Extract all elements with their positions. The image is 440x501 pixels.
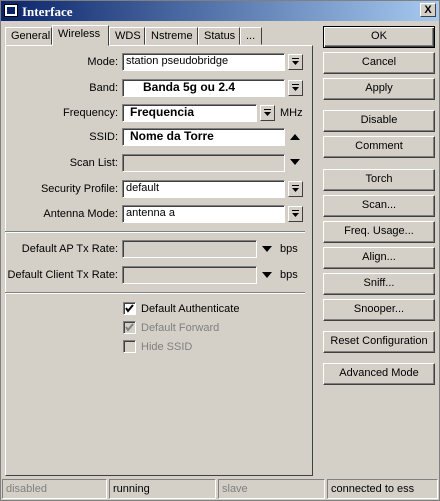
default-client-tx-rate-input[interactable] xyxy=(122,266,257,284)
antenna-mode-select[interactable]: antenna a xyxy=(122,205,285,223)
expand-arrow-icon[interactable] xyxy=(262,272,272,278)
disable-button[interactable]: Disable xyxy=(323,110,435,132)
hide-ssid-label[interactable]: Hide SSID xyxy=(141,340,192,354)
default-ap-tx-rate-input[interactable] xyxy=(122,240,257,258)
window-icon xyxy=(4,4,18,17)
expand-arrow-icon[interactable] xyxy=(262,246,272,252)
tab-status[interactable]: Status xyxy=(198,27,240,45)
frequency-dropdown-button[interactable] xyxy=(260,105,275,121)
default-client-tx-rate-unit: bps xyxy=(280,269,298,281)
default-forward-checkbox[interactable] xyxy=(123,321,136,334)
status-running: running xyxy=(109,479,216,499)
default-ap-tx-rate-label: Default AP Tx Rate: xyxy=(21,243,118,255)
tab-nstreme[interactable]: Nstreme xyxy=(145,27,198,45)
scan-list-label: Scan List: xyxy=(69,157,118,169)
antenna-mode-dropdown-button[interactable] xyxy=(288,206,303,222)
default-forward-label[interactable]: Default Forward xyxy=(141,321,219,335)
freq-usage-button[interactable]: Freq. Usage... xyxy=(323,221,435,243)
interface-window: Interface X General Wireless WDS Nstreme… xyxy=(0,0,440,501)
frequency-select[interactable]: Frequencia xyxy=(122,104,257,122)
band-dropdown-button[interactable] xyxy=(288,80,303,96)
tab-wireless[interactable]: Wireless xyxy=(52,25,109,46)
security-profile-label: Security Profile: xyxy=(40,183,118,195)
apply-button[interactable]: Apply xyxy=(323,78,435,100)
checkmark-icon xyxy=(125,304,134,313)
dropdown-icon xyxy=(292,210,299,217)
status-bar: disabled running slave connected to ess xyxy=(1,479,439,500)
scan-button[interactable]: Scan... xyxy=(323,195,435,217)
band-label: Band: xyxy=(89,82,118,94)
frequency-unit: MHz xyxy=(280,107,303,119)
comment-button[interactable]: Comment xyxy=(323,136,435,158)
tab-general[interactable]: General xyxy=(5,27,52,45)
close-button[interactable]: X xyxy=(420,3,436,17)
mode-select[interactable]: station pseudobridge xyxy=(122,53,285,71)
mode-label: Mode: xyxy=(87,56,118,68)
snooper-button[interactable]: Snooper... xyxy=(323,299,435,321)
collapse-arrow-icon[interactable] xyxy=(290,134,300,140)
dropdown-icon xyxy=(292,84,299,91)
dropdown-icon xyxy=(264,109,271,116)
default-authenticate-checkbox[interactable] xyxy=(123,302,136,315)
scan-list-input[interactable] xyxy=(122,154,285,172)
dropdown-icon xyxy=(292,58,299,65)
separator xyxy=(5,292,305,294)
expand-arrow-icon[interactable] xyxy=(290,159,300,165)
tab-more[interactable]: ... xyxy=(240,27,262,45)
window-title: Interface xyxy=(22,4,73,19)
sniff-button[interactable]: Sniff... xyxy=(323,273,435,295)
separator xyxy=(5,231,305,233)
status-slave: slave xyxy=(218,479,325,499)
mode-dropdown-button[interactable] xyxy=(288,54,303,70)
hide-ssid-checkbox[interactable] xyxy=(123,340,136,353)
torch-button[interactable]: Torch xyxy=(323,169,435,191)
default-client-tx-rate-label: Default Client Tx Rate: xyxy=(7,269,118,281)
security-profile-select[interactable]: default xyxy=(122,180,285,198)
ssid-input[interactable]: Nome da Torre xyxy=(122,128,285,146)
default-ap-tx-rate-unit: bps xyxy=(280,243,298,255)
checkmark-icon xyxy=(125,323,134,332)
advanced-mode-button[interactable]: Advanced Mode xyxy=(323,363,435,385)
dropdown-icon xyxy=(292,185,299,192)
frequency-label: Frequency: xyxy=(62,107,118,119)
tab-wds[interactable]: WDS xyxy=(109,27,145,45)
default-authenticate-label[interactable]: Default Authenticate xyxy=(141,302,239,316)
align-button[interactable]: Align... xyxy=(323,247,435,269)
antenna-mode-label: Antenna Mode: xyxy=(43,208,118,220)
status-disabled: disabled xyxy=(2,479,107,499)
cancel-button[interactable]: Cancel xyxy=(323,52,435,74)
security-profile-dropdown-button[interactable] xyxy=(288,181,303,197)
ok-button[interactable]: OK xyxy=(323,26,435,48)
status-connection: connected to ess xyxy=(327,479,438,499)
band-select[interactable]: Banda 5g ou 2.4 xyxy=(122,79,285,97)
title-bar[interactable]: Interface X xyxy=(1,1,439,21)
ssid-label: SSID: xyxy=(89,131,118,143)
reset-configuration-button[interactable]: Reset Configuration xyxy=(323,331,435,353)
